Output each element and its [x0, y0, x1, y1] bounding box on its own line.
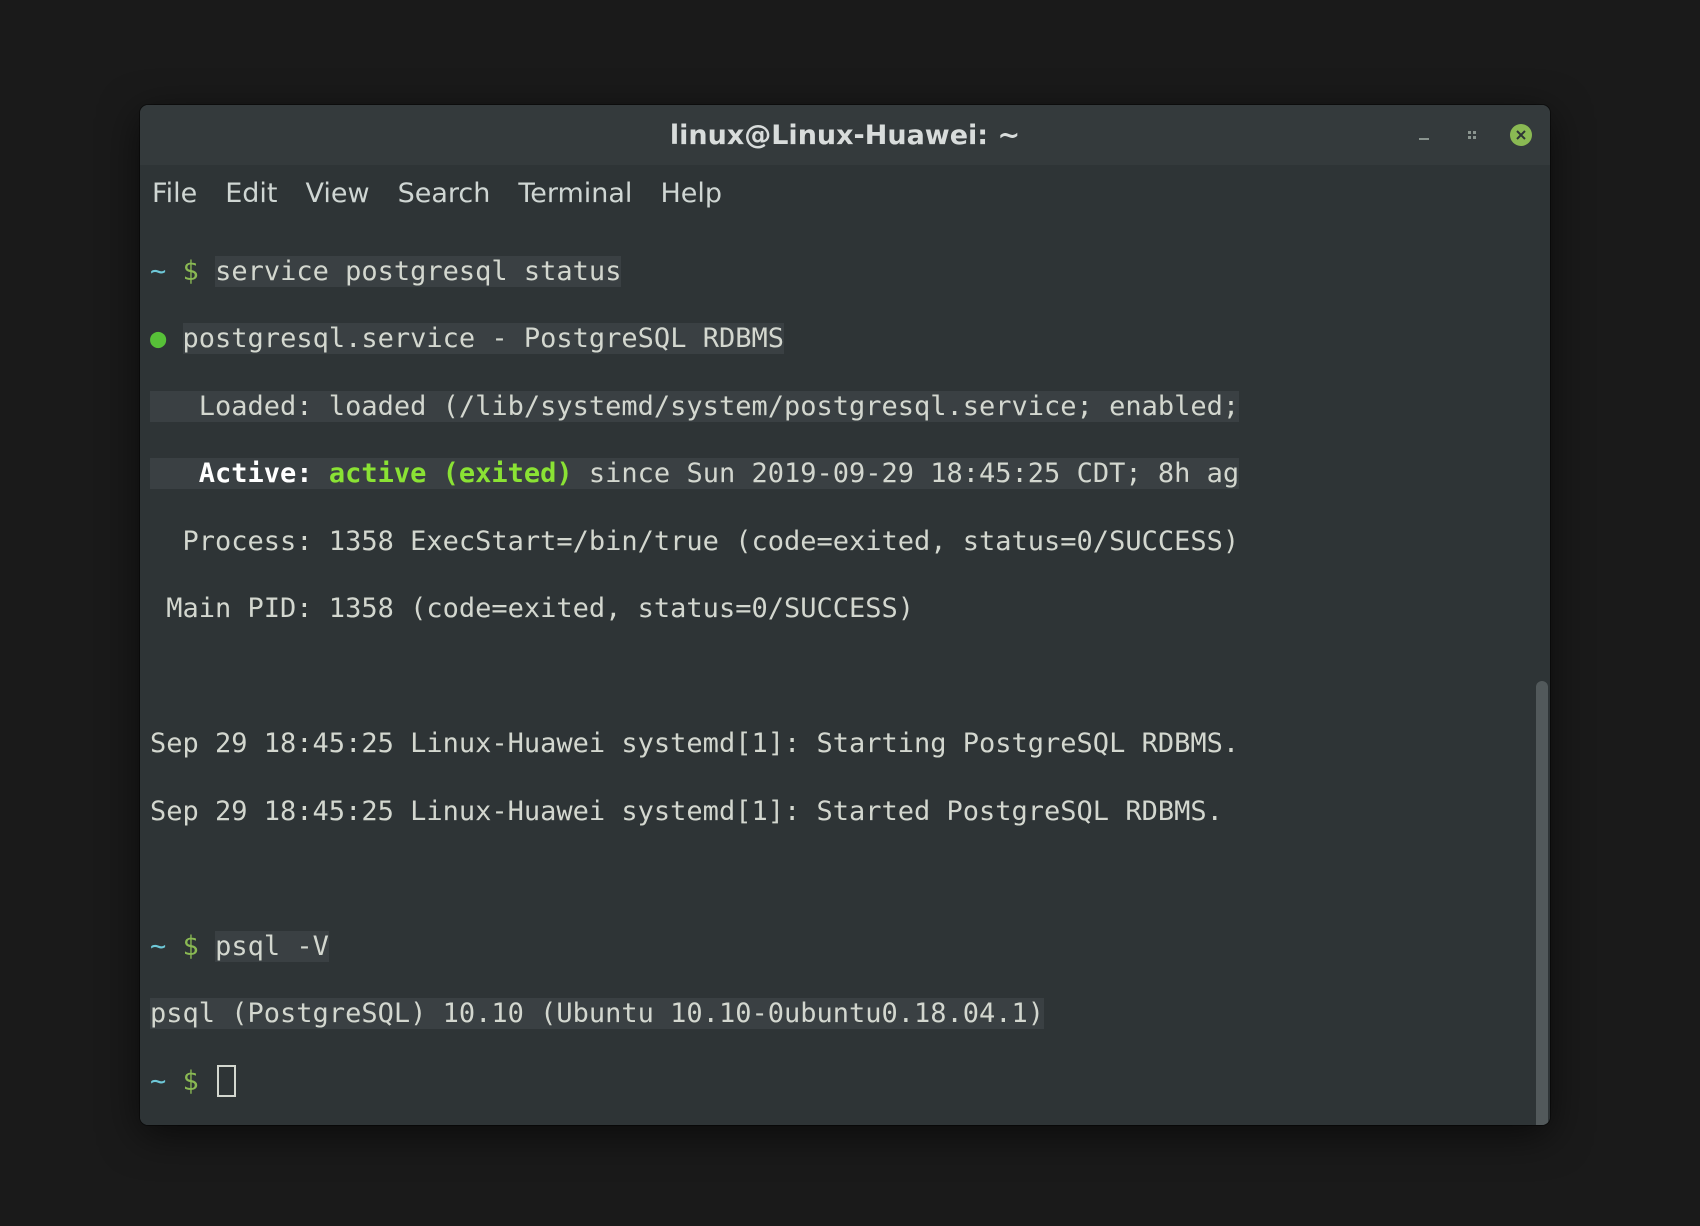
active-value: active (exited): [329, 458, 573, 489]
terminal-window: linux@Linux-Huawei: ~ File Edit View Sea…: [140, 105, 1550, 1125]
service-mainpid: Main PID: 1358 (code=exited, status=0/SU…: [150, 593, 914, 624]
menu-help[interactable]: Help: [660, 178, 722, 209]
service-header: postgresql.service - PostgreSQL RDBMS: [183, 323, 784, 354]
log-line-2: Sep 29 18:45:25 Linux-Huawei systemd[1]:…: [150, 796, 1223, 827]
prompt-path: ~: [150, 1066, 166, 1097]
service-process: Process: 1358 ExecStart=/bin/true (code=…: [150, 526, 1239, 557]
titlebar: linux@Linux-Huawei: ~: [140, 105, 1550, 165]
command-1: service postgresql status: [215, 256, 621, 287]
prompt-path: ~: [150, 256, 166, 287]
scrollbar[interactable]: [1536, 681, 1548, 1125]
menu-file[interactable]: File: [152, 178, 197, 209]
cursor-icon: [217, 1065, 236, 1097]
active-rest: since Sun 2019-09-29 18:45:25 CDT; 8h ag: [573, 458, 1239, 489]
maximize-icon[interactable]: [1462, 125, 1482, 145]
service-loaded: Loaded: loaded (/lib/systemd/system/post…: [150, 391, 1239, 422]
terminal-content[interactable]: ~ $ service postgresql status ● postgres…: [140, 221, 1550, 1125]
prompt-sigil: $: [183, 256, 199, 287]
status-dot-icon: ●: [150, 323, 166, 354]
menubar: File Edit View Search Terminal Help: [140, 165, 1550, 221]
menu-terminal[interactable]: Terminal: [518, 178, 632, 209]
command-2: psql -V: [215, 931, 329, 962]
close-icon[interactable]: [1510, 124, 1532, 146]
log-line-1: Sep 29 18:45:25 Linux-Huawei systemd[1]:…: [150, 728, 1239, 759]
version-rest: (PostgreSQL) 10.10 (Ubuntu 10.10-0ubuntu…: [231, 998, 1044, 1029]
menu-view[interactable]: View: [305, 178, 369, 209]
minimize-icon[interactable]: [1414, 125, 1434, 145]
active-label: Active:: [150, 458, 329, 489]
prompt-sigil: $: [183, 1066, 199, 1097]
menu-search[interactable]: Search: [398, 178, 491, 209]
prompt-sigil: $: [183, 931, 199, 962]
window-controls: [1414, 105, 1532, 165]
version-prefix: psql: [150, 998, 231, 1029]
menu-edit[interactable]: Edit: [225, 178, 277, 209]
prompt-path: ~: [150, 931, 166, 962]
window-title: linux@Linux-Huawei: ~: [670, 120, 1020, 151]
